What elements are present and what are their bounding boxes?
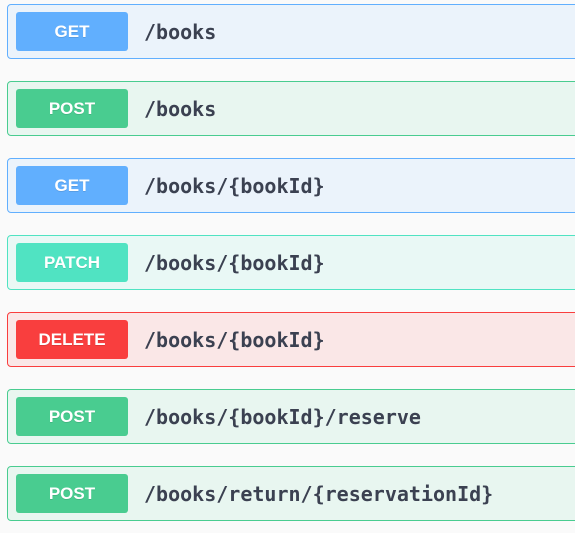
method-badge-get: GET bbox=[16, 12, 128, 51]
operation-post-books[interactable]: POST /books bbox=[7, 81, 575, 136]
method-badge-delete: DELETE bbox=[16, 320, 128, 359]
method-badge-get: GET bbox=[16, 166, 128, 205]
operation-path: /books/{bookId} bbox=[144, 250, 325, 275]
operation-path: /books/{bookId}/reserve bbox=[144, 404, 421, 429]
operation-get-book-by-id[interactable]: GET /books/{bookId} bbox=[7, 158, 575, 213]
operations-list: GET /books POST /books GET /books/{bookI… bbox=[7, 4, 575, 521]
method-badge-patch: PATCH bbox=[16, 243, 128, 282]
operation-get-books[interactable]: GET /books bbox=[7, 4, 575, 59]
method-badge-post: POST bbox=[16, 89, 128, 128]
operation-delete-book[interactable]: DELETE /books/{bookId} bbox=[7, 312, 575, 367]
operation-path: /books/return/{reservationId} bbox=[144, 481, 494, 506]
operation-path: /books/{bookId} bbox=[144, 327, 325, 352]
operation-path: /books/{bookId} bbox=[144, 173, 325, 198]
operation-post-reserve-book[interactable]: POST /books/{bookId}/reserve bbox=[7, 389, 575, 444]
method-badge-post: POST bbox=[16, 397, 128, 436]
operation-path: /books bbox=[144, 19, 217, 44]
operation-patch-book[interactable]: PATCH /books/{bookId} bbox=[7, 235, 575, 290]
method-badge-post: POST bbox=[16, 474, 128, 513]
operation-path: /books bbox=[144, 96, 217, 121]
operation-post-return-reservation[interactable]: POST /books/return/{reservationId} bbox=[7, 466, 575, 521]
